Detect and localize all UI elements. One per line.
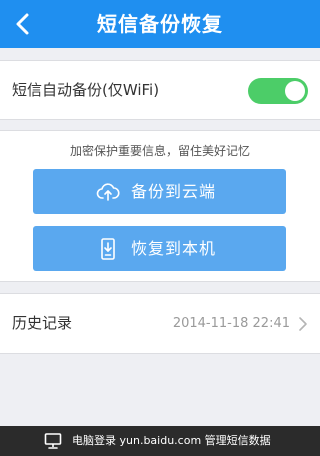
history-row[interactable]: 历史记录 2014-11-18 22:41 — [0, 293, 320, 354]
restore-to-local-button[interactable]: 恢复到本机 — [33, 226, 286, 271]
phone-download-icon — [101, 238, 115, 260]
auto-backup-row: 短信自动备份(仅WiFi) — [0, 60, 320, 120]
history-last-time: 2014-11-18 22:41 — [172, 316, 290, 331]
backup-hint: 加密保护重要信息，留住美好记忆 — [69, 144, 250, 158]
auto-backup-label: 短信自动备份(仅WiFi) — [12, 81, 160, 99]
toggle-knob — [285, 81, 305, 101]
chevron-right-icon — [299, 317, 307, 331]
history-label: 历史记录 — [12, 314, 73, 332]
footer-text: 电脑登录 yun.baidu.com 管理短信数据 — [72, 434, 271, 447]
header-bar: 短信备份恢复 — [0, 0, 320, 48]
auto-backup-toggle[interactable] — [248, 78, 308, 104]
cloud-upload-icon — [96, 183, 120, 201]
backup-section: 加密保护重要信息，留住美好记忆 备份到云端 恢复到本机 — [0, 130, 320, 282]
monitor-icon — [44, 433, 62, 449]
backup-to-cloud-label: 备份到云端 — [131, 182, 217, 201]
page-title: 短信备份恢复 — [97, 12, 223, 36]
backup-to-cloud-button[interactable]: 备份到云端 — [33, 169, 286, 214]
restore-to-local-label: 恢复到本机 — [131, 239, 217, 258]
footer-bar[interactable]: 电脑登录 yun.baidu.com 管理短信数据 — [0, 426, 320, 456]
